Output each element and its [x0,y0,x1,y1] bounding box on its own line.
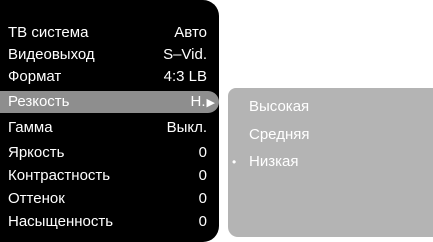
menu-item-label: Резкость [8,93,70,110]
submenu-option-label: Средняя [249,126,310,143]
menu-item-label: Яркость [8,144,65,161]
menu-item-saturation[interactable]: Насыщенность 0 [0,211,219,233]
menu-item-value: Авто [174,24,207,41]
menu-item-label: Видеовыход [8,46,95,63]
menu-item-contrast[interactable]: Контрастность 0 [0,165,219,187]
submenu-option-label: Высокая [249,98,310,115]
sharpness-submenu: Высокая Средняя • Низкая [228,88,433,237]
menu-item-value: 0 [198,144,207,161]
menu-item-value: Выкл. [166,119,207,136]
menu-item-value: 0 [198,190,207,207]
menu-item-value: 4:3 LB [163,68,207,85]
menu-item-label: Формат [8,68,62,85]
menu-item-value: 0 [198,213,207,230]
menu-item-label: Контрастность [8,167,111,184]
menu-item-value: Н.▶ [191,91,215,114]
menu-item-label: ТВ система [8,24,89,41]
menu-item-format[interactable]: Формат 4:3 LB [0,66,219,88]
menu-item-value-text: Н. [190,93,206,110]
menu-item-value: 0 [198,167,207,184]
menu-item-label: Оттенок [8,190,65,207]
menu-item-tv-system[interactable]: ТВ система Авто [0,22,219,44]
submenu-option-low[interactable]: • Низкая [228,150,433,174]
menu-item-tint[interactable]: Оттенок 0 [0,188,219,210]
selected-bullet-icon: • [232,155,237,169]
submenu-arrow-icon: ▶ [206,97,215,109]
submenu-option-medium[interactable]: Средняя [228,123,433,147]
submenu-option-high[interactable]: Высокая [228,95,433,119]
menu-item-sharpness[interactable]: Резкость Н.▶ [0,91,219,113]
menu-item-gamma[interactable]: Гамма Выкл. [0,117,219,139]
settings-menu: ТВ система Авто Видеовыход S–Vid. Формат… [0,0,219,242]
menu-item-value: S–Vid. [163,46,207,63]
menu-item-label: Гамма [8,119,53,136]
submenu-option-label: Низкая [249,153,299,170]
menu-item-video-output[interactable]: Видеовыход S–Vid. [0,44,219,66]
menu-item-brightness[interactable]: Яркость 0 [0,142,219,164]
menu-item-label: Насыщенность [8,213,114,230]
